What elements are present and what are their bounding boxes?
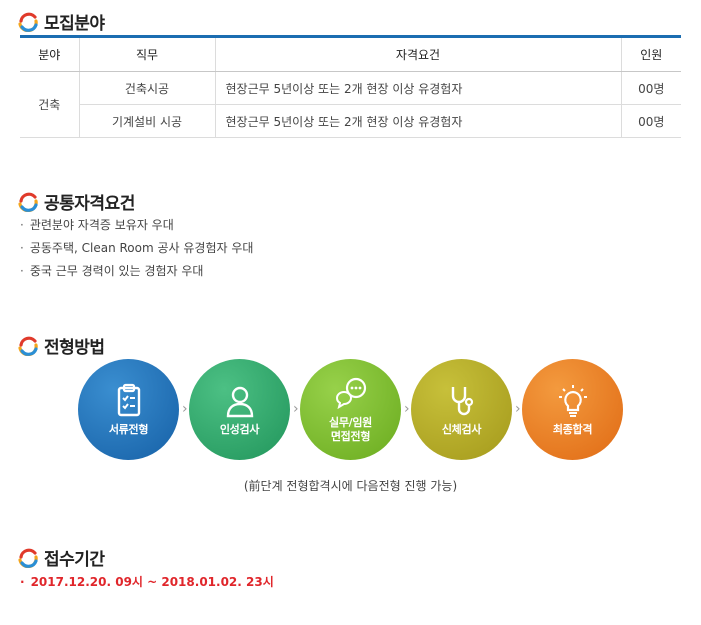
document-checklist-icon bbox=[117, 383, 140, 416]
process-steps: 서류전형 › 인성검사 › 실무/임원 면접전형 › 신체검사 › 최종합격 bbox=[78, 359, 623, 460]
step-label-line1: 실무/임원 bbox=[329, 415, 372, 429]
cell-qual: 현장근무 5년이상 또는 2개 현장 이상 유경험자 bbox=[214, 71, 621, 105]
brand-logo-icon bbox=[18, 192, 38, 212]
section-title-recruit: 모집분야 bbox=[18, 9, 105, 34]
step-label: 최종합격 bbox=[552, 422, 593, 436]
section-title-text: 모집분야 bbox=[44, 14, 105, 34]
cell-qual: 현장근무 5년이상 또는 2개 현장 이상 유경험자 bbox=[214, 104, 621, 138]
step-document-screening: 서류전형 bbox=[78, 359, 179, 460]
section-title-text: 접수기간 bbox=[44, 550, 105, 570]
process-note: (前단계 전형합격시에 다음전형 진행 가능) bbox=[243, 479, 458, 493]
step-label: 서류전형 bbox=[108, 422, 149, 436]
step-interview: 실무/임원 면접전형 bbox=[300, 359, 401, 460]
list-item: 관련분야 자격증 보유자 우대 bbox=[20, 216, 253, 239]
section-title-common: 공통자격요건 bbox=[18, 189, 135, 214]
header-job: 직무 bbox=[78, 36, 215, 72]
lightbulb-icon bbox=[558, 384, 587, 417]
section-title-period: 접수기간 bbox=[18, 545, 105, 570]
brand-logo-icon bbox=[18, 548, 38, 568]
step-final-pass: 최종합격 bbox=[522, 359, 623, 460]
cell-job: 기계설비 시공 bbox=[78, 104, 215, 138]
section-title-text: 공통자격요건 bbox=[44, 194, 135, 214]
cell-field: 건축 bbox=[20, 71, 79, 138]
cell-count: 00명 bbox=[620, 71, 681, 105]
section-title-process: 전형방법 bbox=[18, 333, 105, 358]
header-field: 분야 bbox=[20, 36, 79, 72]
list-item: 공동주택, Clean Room 공사 유경험자 우대 bbox=[20, 239, 254, 262]
table-header-row: 분야 직무 자격요건 인원 bbox=[20, 36, 681, 72]
header-qual: 자격요건 bbox=[214, 36, 621, 72]
stethoscope-icon bbox=[451, 386, 473, 415]
table-row: 건축 건축시공 현장근무 5년이상 또는 2개 현장 이상 유경험자 00명 bbox=[20, 71, 681, 138]
brand-logo-icon bbox=[18, 336, 38, 356]
person-icon bbox=[226, 386, 253, 417]
section-title-text: 전형방법 bbox=[44, 338, 105, 358]
application-period: 2017.12.20. 09시 ~ 2018.01.02. 23시 bbox=[20, 573, 274, 590]
header-count: 인원 bbox=[620, 36, 681, 72]
list-item: 중국 근무 경력이 있는 경험자 우대 bbox=[20, 262, 253, 285]
recruit-table: 분야 직무 자격요건 인원 건축 건축시공 현장근무 5년이상 또는 2개 현장… bbox=[20, 35, 681, 138]
step-medical-exam: 신체검사 bbox=[411, 359, 512, 460]
common-requirements-list: 관련분야 자격증 보유자 우대 공동주택, Clean Room 공사 유경험자… bbox=[20, 216, 254, 285]
step-label-line2: 면접전형 bbox=[330, 429, 371, 443]
step-label: 인성검사 bbox=[219, 422, 260, 436]
step-label: 신체검사 bbox=[441, 422, 482, 436]
chevron-right-icon: › bbox=[182, 401, 188, 417]
chevron-right-icon: › bbox=[293, 401, 299, 417]
table-row: 기계설비 시공 현장근무 5년이상 또는 2개 현장 이상 유경험자 00명 bbox=[20, 104, 681, 138]
cell-count: 00명 bbox=[620, 104, 681, 138]
chevron-right-icon: › bbox=[515, 401, 521, 417]
step-label: 실무/임원 면접전형 bbox=[329, 416, 372, 444]
cell-job: 건축시공 bbox=[78, 71, 215, 105]
chevron-right-icon: › bbox=[404, 401, 410, 417]
step-personality-test: 인성검사 bbox=[189, 359, 290, 460]
speech-bubbles-icon bbox=[335, 377, 366, 409]
brand-logo-icon bbox=[18, 12, 38, 32]
